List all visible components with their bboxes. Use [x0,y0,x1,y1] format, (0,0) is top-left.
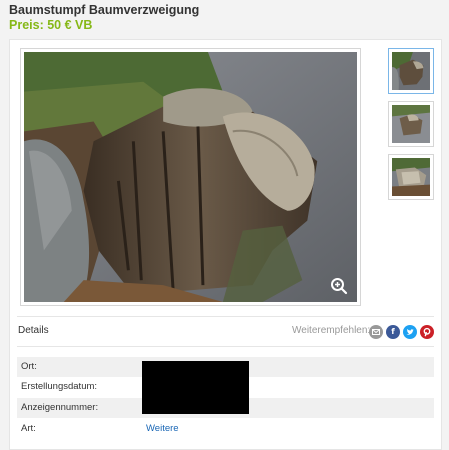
details-heading: Details [18,325,49,336]
pinterest-icon[interactable] [420,325,434,339]
twitter-icon[interactable] [403,325,417,339]
facebook-icon[interactable]: f [386,325,400,339]
tree-stump-photo [24,52,357,302]
zoom-icon[interactable] [330,277,348,295]
detail-label: Art: [21,423,36,434]
tree-stump-photo-1 [392,52,430,90]
detail-row-art: Art: Weitere [17,419,434,439]
divider [17,316,434,317]
listing-title: Baumstumpf Baumverzweigung [9,3,200,17]
listing-price: Preis: 50 € VB [9,18,93,32]
main-image[interactable] [20,48,361,306]
divider [17,346,434,347]
detail-link-weitere[interactable]: Weitere [146,423,179,434]
tree-stump-photo-2 [392,105,430,143]
detail-label: Ort: [21,361,37,372]
share-label: Weiterempfehlen: [292,325,371,336]
thumbnail-2[interactable] [388,101,434,147]
tree-stump-photo-3 [392,158,430,196]
thumbnail-1[interactable] [388,48,434,94]
detail-label: Anzeigennummer: [21,402,99,413]
redacted-block [142,361,249,414]
thumbnail-3[interactable] [388,154,434,200]
email-icon[interactable] [369,325,383,339]
detail-label: Erstellungsdatum: [21,381,98,392]
